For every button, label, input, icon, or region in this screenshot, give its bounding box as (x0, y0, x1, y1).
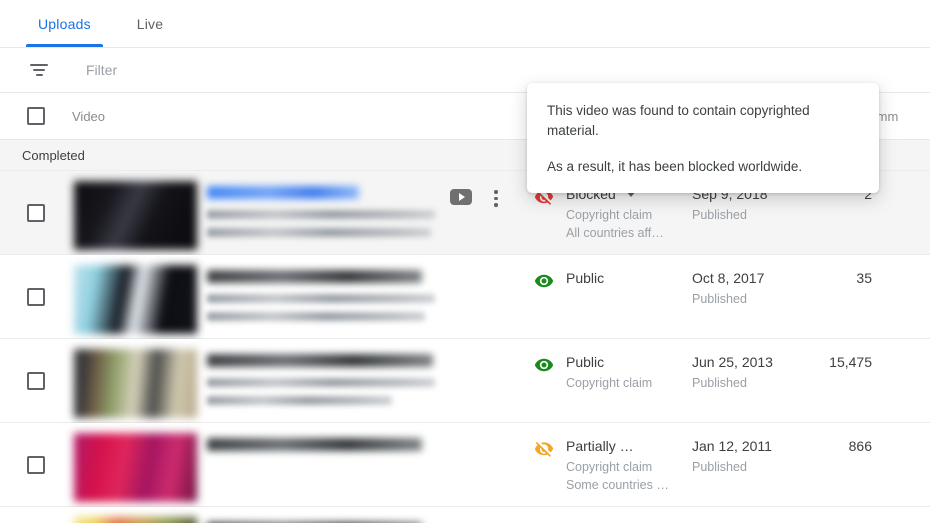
row-actions-cell (450, 255, 534, 273)
tab-bar: Uploads Live (0, 0, 930, 48)
table-row[interactable]: Public Oct 8, 2017 Published 35 (0, 255, 930, 339)
visibility-cell: Partially … Copyright claim Some countries… (534, 423, 692, 493)
row-select-cell[interactable] (0, 171, 72, 255)
visibility-sub-countries: All countries aff… (566, 226, 664, 240)
video-info-cell (207, 171, 450, 246)
row-select-cell[interactable] (0, 255, 72, 339)
row-select-checkbox[interactable] (27, 372, 45, 390)
video-description-line (207, 210, 435, 219)
video-info-cell (207, 255, 450, 330)
select-all-cell[interactable] (0, 107, 72, 125)
row-select-checkbox[interactable] (27, 288, 45, 306)
column-header-video[interactable]: Video (72, 109, 450, 124)
publish-date: Jun 25, 2013 (692, 354, 773, 370)
tab-live[interactable]: Live (125, 0, 175, 47)
tooltip-line-2: As a result, it has been blocked worldwi… (547, 159, 803, 174)
video-thumbnail[interactable] (73, 433, 198, 502)
comments-count: 866 (848, 438, 872, 454)
publish-status: Published (692, 460, 747, 474)
video-description-line (207, 294, 435, 303)
video-info-cell (207, 507, 450, 523)
visibility-label: Partially … (566, 438, 634, 454)
row-actions-cell (450, 507, 534, 523)
video-info-cell (207, 339, 450, 414)
row-select-cell[interactable] (0, 339, 72, 423)
row-actions-cell (450, 423, 534, 441)
select-all-checkbox[interactable] (27, 107, 45, 125)
youtube-icon[interactable] (450, 189, 472, 205)
visibility-sub-countries: Some countries … (566, 478, 669, 492)
visibility-label: Public (566, 354, 605, 370)
row-actions-cell (450, 339, 534, 357)
row-select-checkbox[interactable] (27, 456, 45, 474)
row-actions-cell (450, 171, 534, 207)
visibility-sub-claim: Copyright claim (566, 376, 653, 390)
row-select-checkbox[interactable] (27, 204, 45, 222)
eye-icon (534, 271, 554, 291)
thumbnail-cell[interactable] (72, 339, 207, 419)
visibility-cell (534, 507, 692, 522)
video-thumbnail[interactable] (73, 181, 198, 250)
visibility-sub-claim: Copyright claim (566, 460, 653, 474)
filter-icon[interactable] (28, 59, 50, 81)
video-description-line (207, 312, 425, 321)
row-select-cell[interactable] (0, 423, 72, 507)
tab-uploads-label: Uploads (38, 15, 91, 32)
date-cell: Oct 8, 2017 Published (692, 255, 820, 306)
section-header-label: Completed (22, 147, 85, 163)
thumbnail-cell[interactable] (72, 255, 207, 335)
video-description-line (207, 228, 431, 237)
tab-live-label: Live (136, 15, 164, 32)
visibility-label: Public (566, 270, 605, 286)
video-list: Blocked Copyright claim All countries aff…… (0, 171, 930, 523)
publish-date: Jan 12, 2011 (692, 438, 772, 454)
visibility-cell: Public (534, 255, 692, 291)
publish-status: Published (692, 376, 747, 390)
eye-icon (534, 355, 554, 375)
date-cell: Jun 25, 2013 Published (692, 339, 820, 390)
thumbnail-cell[interactable] (72, 171, 207, 251)
publish-status: Published (692, 208, 747, 222)
video-manager-page: Uploads Live Video Comm Completed Blocke… (0, 0, 930, 523)
filter-input[interactable] (84, 61, 444, 79)
date-cell: Jan 12, 2011 Published (692, 423, 820, 474)
thumbnail-cell[interactable] (72, 507, 207, 523)
publish-date: Oct 8, 2017 (692, 270, 765, 286)
table-row[interactable]: Partially … Copyright claim Some countries… (0, 423, 930, 507)
tab-uploads[interactable]: Uploads (26, 0, 103, 47)
video-thumbnail[interactable] (73, 265, 198, 334)
video-description-line (207, 396, 392, 405)
table-row[interactable] (0, 507, 930, 523)
video-title[interactable] (207, 270, 422, 283)
video-title[interactable] (207, 354, 433, 367)
comments-count: 15,475 (829, 354, 872, 370)
comments-count: 35 (856, 270, 872, 286)
video-thumbnail[interactable] (73, 349, 198, 418)
thumbnail-cell[interactable] (72, 423, 207, 503)
publish-status: Published (692, 292, 747, 306)
visibility-sub-claim: Copyright claim (566, 208, 653, 222)
table-row[interactable]: Public Copyright claim Jun 25, 2013 Publish… (0, 339, 930, 423)
comments-count (820, 507, 930, 522)
video-description-line (207, 378, 435, 387)
tooltip-line-1: This video was found to contain copyrigh… (547, 103, 810, 138)
more-options-icon[interactable] (488, 189, 504, 207)
video-thumbnail[interactable] (73, 517, 198, 523)
date-cell (692, 507, 820, 522)
visibility-cell: Public Copyright claim (534, 339, 692, 391)
copyright-tooltip: This video was found to contain copyrigh… (527, 83, 879, 193)
video-title[interactable] (207, 186, 359, 199)
video-info-cell (207, 423, 450, 462)
row-select-cell[interactable] (0, 507, 72, 523)
eye-off-icon (534, 439, 554, 459)
video-title[interactable] (207, 438, 422, 451)
